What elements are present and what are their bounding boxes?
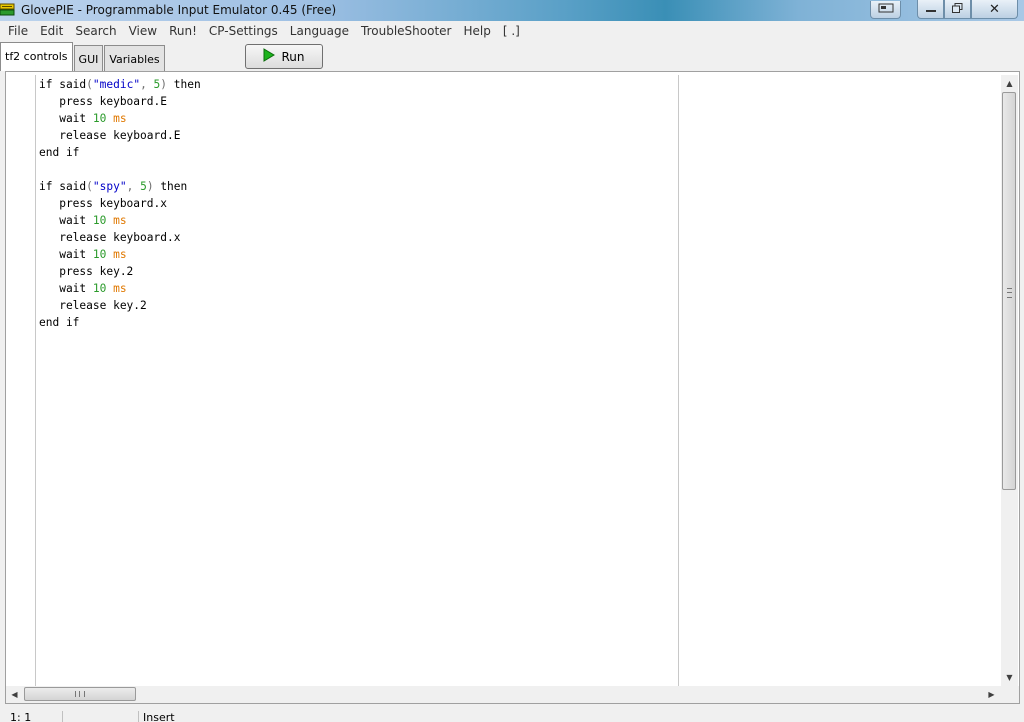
code-token: ms — [113, 248, 127, 261]
menu-bar: File Edit Search View Run! CP-Settings L… — [0, 21, 1024, 41]
close-icon: ✕ — [989, 1, 1000, 17]
close-button[interactable]: ✕ — [971, 0, 1018, 19]
code-token: then — [153, 180, 188, 193]
code-token: wait — [39, 248, 93, 261]
code-line[interactable]: end if — [39, 144, 201, 161]
code-token: "spy" — [92, 180, 127, 193]
code-token: ms — [113, 282, 127, 295]
minimize-button[interactable] — [917, 0, 944, 19]
code-token: 10 — [92, 282, 107, 295]
code-token: end if — [39, 146, 80, 159]
restore-button[interactable] — [944, 0, 971, 19]
code-line[interactable]: end if — [39, 314, 201, 331]
code-token: if said — [39, 78, 87, 91]
menu-edit[interactable]: Edit — [34, 21, 69, 41]
code-token: 10 — [92, 214, 107, 227]
menu-language[interactable]: Language — [284, 21, 355, 41]
menu-search[interactable]: Search — [69, 21, 122, 41]
window-switch-button[interactable] — [870, 1, 901, 19]
grip-icon — [1007, 288, 1012, 298]
code-token: then — [167, 78, 201, 91]
menu-help[interactable]: Help — [457, 21, 496, 41]
play-icon — [263, 48, 281, 65]
edit-mode: Insert — [138, 711, 175, 722]
title-bar: GlovePIE - Programmable Input Emulator 0… — [0, 0, 1024, 21]
code-line[interactable]: wait 10 ms — [39, 110, 201, 127]
code-area[interactable]: if said("medic", 5) then press keyboard.… — [39, 76, 201, 331]
code-token: end if — [39, 316, 80, 329]
code-token: wait — [39, 282, 93, 295]
scroll-right-arrow-icon[interactable]: ▶ — [983, 686, 1000, 703]
code-token: if said — [39, 180, 87, 193]
run-button[interactable]: Run — [245, 44, 323, 69]
status-bar: 1: 1 Insert — [0, 709, 1024, 722]
tab-tf2-controls[interactable]: tf2 controls — [0, 42, 73, 71]
script-tabs: tf2 controls GUI Variables — [0, 42, 166, 71]
code-token: wait — [39, 214, 93, 227]
code-token: ( — [86, 78, 93, 91]
window-title: GlovePIE - Programmable Input Emulator 0… — [21, 3, 337, 17]
code-token: release key.2 — [39, 299, 147, 312]
code-line[interactable]: release key.2 — [39, 297, 201, 314]
tab-gui[interactable]: GUI — [73, 45, 104, 71]
code-token: ( — [86, 180, 93, 193]
code-token: ms — [113, 214, 127, 227]
menu-view[interactable]: View — [123, 21, 163, 41]
code-token: press keyboard.x — [39, 197, 167, 210]
window-switch-icon — [878, 3, 894, 16]
tab-variables[interactable]: Variables — [104, 45, 165, 71]
scroll-up-arrow-icon[interactable]: ▲ — [1001, 75, 1018, 92]
code-token: ms — [113, 112, 127, 125]
code-line[interactable]: if said("medic", 5) then — [39, 76, 201, 93]
code-line[interactable]: press key.2 — [39, 263, 201, 280]
code-token: wait — [39, 112, 93, 125]
code-line[interactable] — [39, 161, 201, 178]
code-token: press keyboard.E — [39, 95, 167, 108]
menu-extra[interactable]: [ .] — [497, 21, 526, 41]
script-editor[interactable]: if said("medic", 5) then press keyboard.… — [5, 71, 1020, 704]
code-token: release keyboard.E — [39, 129, 181, 142]
right-margin-line — [678, 75, 679, 686]
scroll-down-arrow-icon[interactable]: ▼ — [1001, 669, 1018, 686]
code-token: ) — [146, 180, 154, 193]
grip-icon — [75, 691, 85, 697]
code-token: , — [126, 180, 141, 193]
code-line[interactable]: release keyboard.E — [39, 127, 201, 144]
code-line[interactable]: press keyboard.x — [39, 195, 201, 212]
vertical-scrollbar[interactable]: ▲ ▼ — [1001, 75, 1018, 686]
code-token: press key.2 — [39, 265, 134, 278]
horizontal-scrollbar[interactable]: ◀ ▶ — [6, 686, 1019, 703]
menu-file[interactable]: File — [0, 21, 34, 41]
code-token: , — [140, 78, 154, 91]
code-line[interactable]: wait 10 ms — [39, 280, 201, 297]
code-token: 10 — [92, 112, 107, 125]
menu-cp-settings[interactable]: CP-Settings — [203, 21, 284, 41]
code-token: 5 — [140, 180, 147, 193]
code-token: release keyboard.x — [39, 231, 181, 244]
editor-gutter — [6, 75, 36, 686]
status-middle — [62, 711, 139, 722]
cursor-position: 1: 1 — [10, 711, 32, 722]
code-line[interactable]: release keyboard.x — [39, 229, 201, 246]
code-line[interactable]: if said("spy", 5) then — [39, 178, 201, 195]
horizontal-scroll-thumb[interactable] — [24, 687, 136, 701]
code-token: "medic" — [92, 78, 141, 91]
restore-icon — [952, 2, 963, 16]
code-line[interactable]: wait 10 ms — [39, 246, 201, 263]
menu-troubleshooter[interactable]: TroubleShooter — [355, 21, 457, 41]
code-line[interactable]: press keyboard.E — [39, 93, 201, 110]
menu-run[interactable]: Run! — [163, 21, 203, 41]
minimize-icon — [925, 3, 936, 16]
vertical-scroll-thumb[interactable] — [1002, 92, 1016, 490]
run-button-label: Run — [281, 49, 305, 64]
glovepie-app-icon[interactable] — [0, 2, 16, 18]
code-line[interactable]: wait 10 ms — [39, 212, 201, 229]
code-token: 10 — [92, 248, 107, 261]
scroll-left-arrow-icon[interactable]: ◀ — [6, 686, 23, 703]
glovepie-window: GlovePIE - Programmable Input Emulator 0… — [0, 0, 1024, 722]
